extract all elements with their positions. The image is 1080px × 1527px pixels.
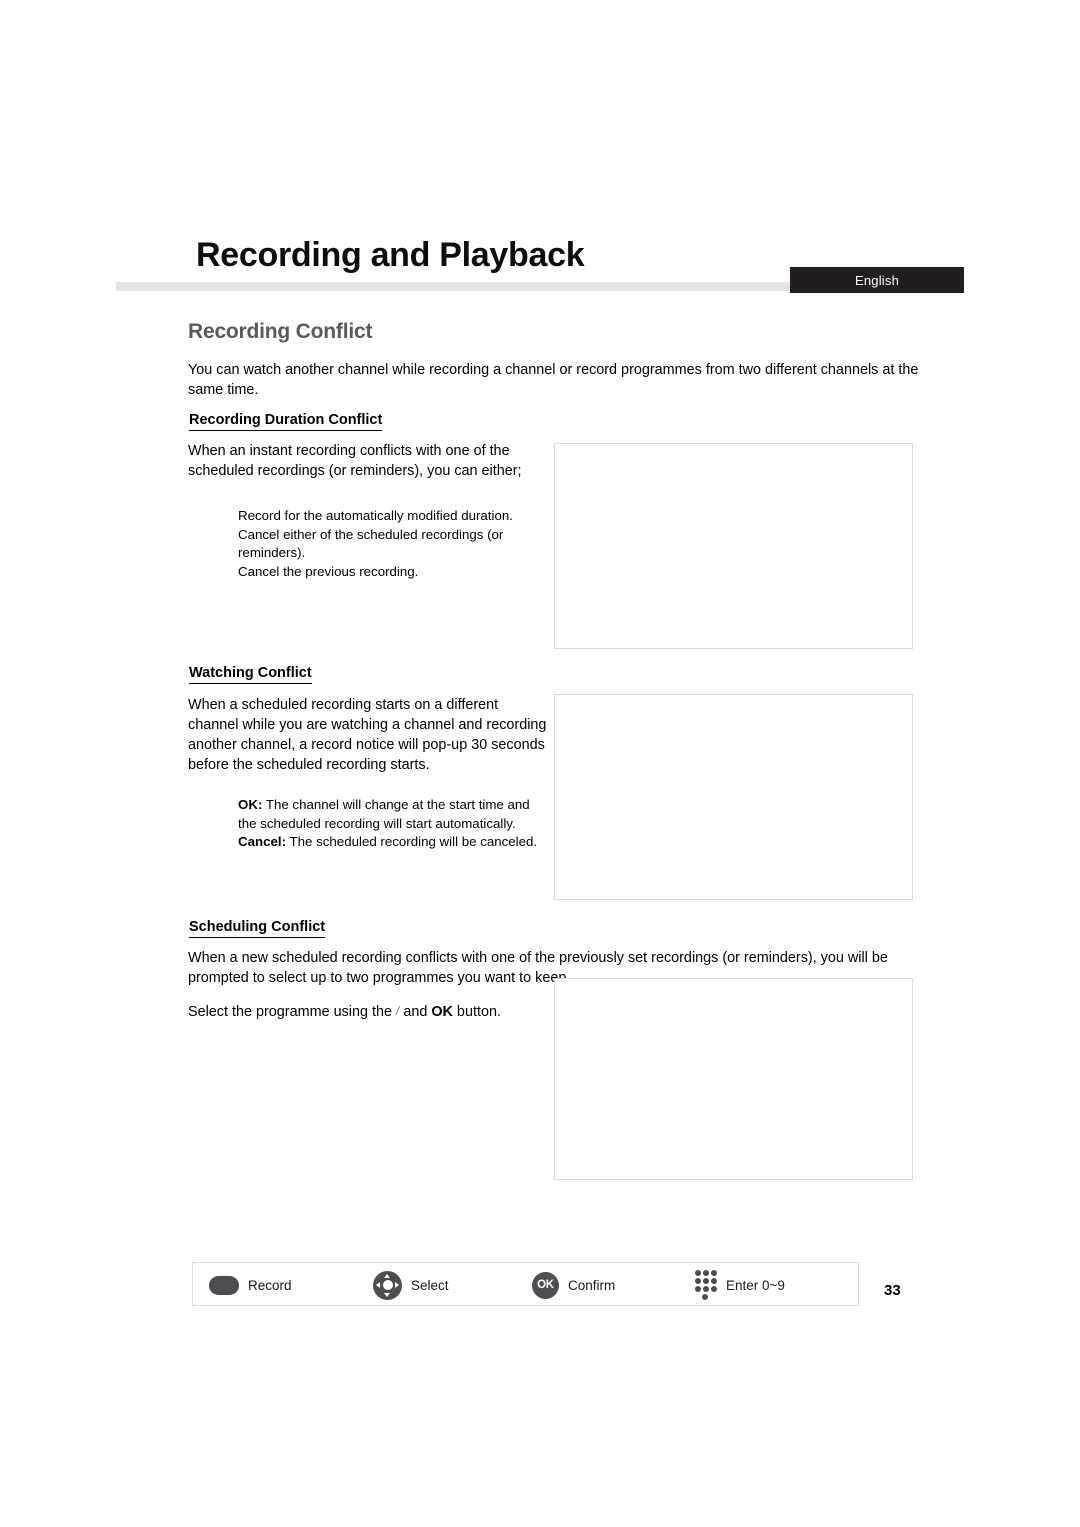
legend-label-confirm: Confirm [568, 1277, 616, 1293]
record-button-icon [209, 1275, 239, 1295]
legend-item-confirm: OK Confirm [532, 1263, 615, 1307]
scheduling-conflict-select-line: Select the programme using the / and OK … [188, 1002, 548, 1022]
section-title: Recording Conflict [188, 320, 373, 343]
figure-recording-duration-conflict [554, 443, 913, 649]
language-badge: English [790, 267, 964, 293]
watching-conflict-notes: OK: The channel will change at the start… [238, 796, 548, 852]
subheading-watching-conflict: Watching Conflict [189, 665, 312, 684]
select-line-suffix: button. [452, 1004, 501, 1020]
list-item: Cancel either of the scheduled recording… [238, 526, 504, 561]
note-ok-text: The channel will change at the start tim… [238, 797, 530, 831]
button-legend-bar: Record Select OK Confirm Enter 0~9 [192, 1262, 859, 1306]
select-line-ok: OK [431, 1004, 453, 1020]
select-line-mid: and [399, 1004, 432, 1020]
select-line-prefix: Select the programme using the [188, 1004, 396, 1020]
page-title: Recording and Playback [196, 236, 585, 274]
legend-label-enter-numbers: Enter 0~9 [726, 1277, 785, 1293]
note-cancel: Cancel: The scheduled recording will be … [238, 833, 548, 852]
legend-item-record: Record [209, 1263, 292, 1307]
legend-item-enter-numbers: Enter 0~9 [695, 1263, 785, 1307]
recording-duration-conflict-body: When an instant recording conflicts with… [188, 443, 522, 479]
ok-button-icon: OK [532, 1271, 559, 1299]
subheading-scheduling-conflict: Scheduling Conflict [189, 919, 326, 938]
figure-scheduling-conflict [554, 978, 913, 1180]
number-keypad-icon [695, 1270, 717, 1300]
subheading-recording-duration-conflict: Recording Duration Conflict [189, 412, 383, 431]
recording-duration-conflict-bullets: Record for the automatically modified du… [238, 507, 558, 581]
note-cancel-text: The scheduled recording will be canceled… [286, 834, 538, 850]
list-item: Cancel the previous recording. [238, 563, 419, 579]
note-ok-label: OK: [238, 797, 263, 812]
note-cancel-label: Cancel: [238, 834, 287, 850]
figure-watching-conflict [554, 694, 913, 900]
watching-conflict-body: When a scheduled recording starts on a d… [188, 697, 547, 773]
page-number: 33 [884, 1282, 901, 1299]
document-page: Recording and Playback English Recording… [0, 0, 1080, 1527]
header-divider-rule [116, 282, 792, 291]
legend-label-select: Select [411, 1277, 449, 1293]
note-ok: OK: The channel will change at the start… [238, 796, 548, 833]
legend-label-record: Record [248, 1277, 292, 1293]
arrow-keys-glyph-icon: / [395, 1004, 400, 1018]
dpad-icon [373, 1270, 402, 1300]
legend-item-select: Select [373, 1263, 449, 1307]
section-intro-paragraph: You can watch another channel while reco… [188, 362, 919, 398]
list-item: Record for the automatically modified du… [238, 508, 513, 523]
